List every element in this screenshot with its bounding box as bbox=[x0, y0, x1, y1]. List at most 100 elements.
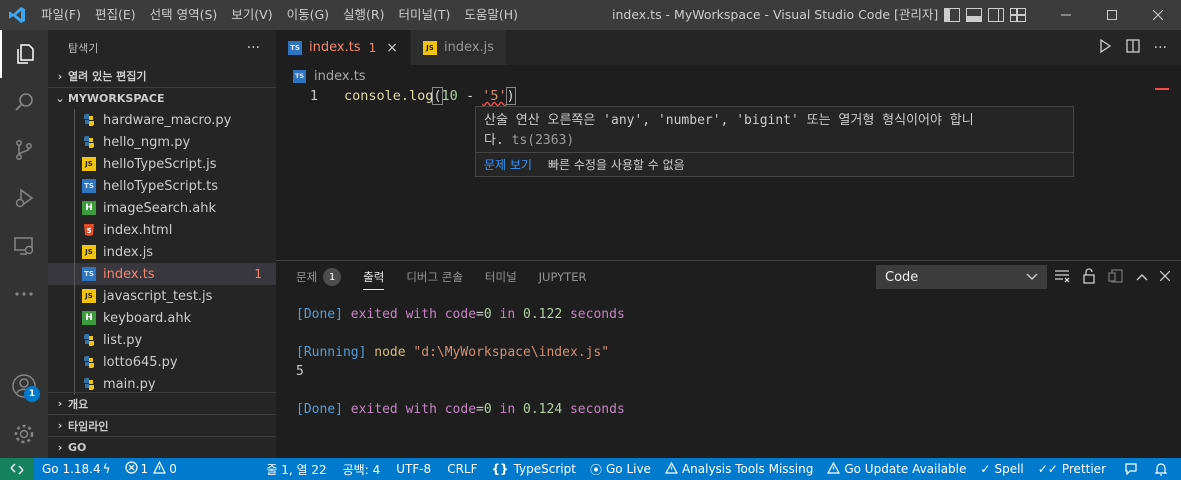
file-item[interactable]: JS index.js bbox=[48, 241, 276, 263]
menu-terminal[interactable]: 터미널(T) bbox=[392, 0, 458, 30]
notifications-bell-icon[interactable] bbox=[1149, 458, 1173, 480]
ahk-file-icon: H bbox=[82, 201, 96, 215]
workspace-section[interactable]: ⌄ MYWORKSPACE bbox=[48, 87, 276, 109]
remote-explorer-icon[interactable] bbox=[0, 222, 48, 270]
tab-terminal[interactable]: 터미널 bbox=[485, 261, 517, 293]
breadcrumb-file[interactable]: index.ts bbox=[314, 69, 366, 84]
code-line-1[interactable]: 1 console.log(10 - '5') bbox=[276, 87, 1156, 106]
close-tab-icon[interactable]: × bbox=[386, 40, 398, 56]
file-item[interactable]: Hkeyboard.ahk bbox=[48, 307, 276, 329]
prettier-label: Prettier bbox=[1061, 462, 1106, 476]
breadcrumb[interactable]: TS index.ts bbox=[276, 65, 1181, 87]
chevron-right-icon: › bbox=[57, 419, 63, 432]
close-button[interactable] bbox=[1135, 0, 1181, 30]
go-live-item[interactable]: ⦿ Go Live bbox=[585, 458, 656, 480]
indent-guide bbox=[74, 153, 75, 175]
run-code-icon[interactable] bbox=[1098, 38, 1112, 57]
more-actions-icon[interactable]: ··· bbox=[247, 40, 260, 56]
prettier-item[interactable]: ✓✓ Prettier bbox=[1033, 458, 1111, 480]
menu-help[interactable]: 도움말(H) bbox=[457, 0, 525, 30]
lock-scroll-icon[interactable] bbox=[1082, 267, 1096, 287]
tab-index-ts[interactable]: TS index.ts 1 × bbox=[276, 30, 411, 65]
file-item[interactable]: lotto645.py bbox=[48, 351, 276, 373]
view-problem-link[interactable]: 문제 보기 bbox=[484, 156, 532, 173]
output-text: code bbox=[436, 307, 477, 322]
py-file-icon bbox=[82, 113, 96, 127]
go-section[interactable]: › GO bbox=[48, 436, 276, 458]
file-item[interactable]: hello_ngm.py bbox=[48, 131, 276, 153]
analysis-tools-item[interactable]: Analysis Tools Missing bbox=[660, 458, 818, 480]
maximize-panel-icon[interactable] bbox=[1136, 270, 1148, 284]
problems-status-item[interactable]: 1 0 bbox=[120, 458, 182, 480]
settings-gear-icon[interactable] bbox=[0, 410, 48, 458]
go-version-item[interactable]: Go 1.18.4 ϟ bbox=[37, 458, 116, 480]
file-item[interactable]: JS javascript_test.js bbox=[48, 285, 276, 307]
file-item[interactable]: 5 index.html bbox=[48, 219, 276, 241]
file-item[interactable]: list.py bbox=[48, 329, 276, 351]
output-console[interactable]: [Done] exited with code=0 in 0.122 secon… bbox=[296, 305, 625, 419]
open-output-editor-icon[interactable] bbox=[1108, 268, 1124, 287]
file-item[interactable]: TS helloTypeScript.ts bbox=[48, 175, 276, 197]
end-of-line[interactable]: CRLF bbox=[442, 458, 482, 480]
language-mode[interactable]: {} TypeScript bbox=[487, 458, 581, 480]
menu-go[interactable]: 이동(G) bbox=[280, 0, 336, 30]
code-string-error: '5' bbox=[482, 88, 507, 104]
toggle-sidebar-icon[interactable] bbox=[944, 8, 960, 22]
output-line: 5 bbox=[296, 364, 304, 379]
clear-output-icon[interactable] bbox=[1054, 269, 1070, 286]
tab-debug-console[interactable]: 디버그 콘솔 bbox=[406, 261, 463, 293]
timeline-section[interactable]: › 타임라인 bbox=[48, 414, 276, 436]
indentation[interactable]: 공백: 4 bbox=[338, 458, 386, 480]
typescript-file-icon: TS bbox=[288, 40, 302, 55]
spell-item[interactable]: ✓ Spell bbox=[975, 458, 1028, 480]
cursor-position[interactable]: 줄 1, 열 22 bbox=[261, 458, 331, 480]
hover-message: 산술 연산 오른쪽은 'any', 'number', 'bigint' 또는 … bbox=[476, 107, 1073, 151]
file-name: imageSearch.ahk bbox=[103, 200, 217, 216]
output-blank-line bbox=[296, 381, 625, 400]
outline-section[interactable]: › 개요 bbox=[48, 392, 276, 414]
hover-error-code: ts(2363) bbox=[511, 133, 575, 148]
tab-label: index.js bbox=[443, 40, 495, 55]
menu-file[interactable]: 파일(F) bbox=[34, 0, 88, 30]
go-update-item[interactable]: Go Update Available bbox=[822, 458, 971, 480]
encoding[interactable]: UTF-8 bbox=[391, 458, 436, 480]
open-editors-section[interactable]: › 열려 있는 편집기 bbox=[48, 65, 276, 87]
toggle-panel-icon[interactable] bbox=[966, 8, 982, 22]
more-actions-icon[interactable]: ··· bbox=[1154, 40, 1167, 56]
editor-tabs: TS index.ts 1 × JS index.js ··· bbox=[276, 30, 1181, 65]
split-editor-icon[interactable] bbox=[1125, 38, 1140, 57]
ts-file-icon: TS bbox=[82, 267, 96, 281]
explorer-icon[interactable] bbox=[0, 30, 48, 78]
customize-layout-icon[interactable] bbox=[1010, 8, 1026, 22]
run-debug-icon[interactable] bbox=[0, 174, 48, 222]
menu-view[interactable]: 보기(V) bbox=[224, 0, 279, 30]
tab-index-js[interactable]: JS index.js bbox=[410, 30, 508, 65]
feedback-icon[interactable] bbox=[1119, 458, 1143, 480]
accounts-icon[interactable]: 1 bbox=[0, 362, 48, 410]
tab-jupyter[interactable]: JUPYTER bbox=[539, 261, 587, 293]
remote-indicator[interactable] bbox=[0, 458, 34, 480]
toggle-secondary-sidebar-icon[interactable] bbox=[988, 8, 1004, 22]
close-panel-icon[interactable] bbox=[1159, 270, 1171, 284]
file-item[interactable]: TS index.ts 1 bbox=[48, 263, 276, 285]
file-item[interactable]: hardware_macro.py bbox=[48, 109, 276, 131]
panel-actions bbox=[1054, 261, 1171, 293]
tab-output[interactable]: 출력 bbox=[363, 261, 385, 293]
indent-guide bbox=[74, 351, 75, 373]
maximize-button[interactable] bbox=[1089, 0, 1135, 30]
file-item[interactable]: HimageSearch.ahk bbox=[48, 197, 276, 219]
output-text: in bbox=[491, 402, 524, 417]
source-control-icon[interactable] bbox=[0, 126, 48, 174]
code-text[interactable]: console.log(10 - '5') bbox=[344, 87, 516, 106]
tab-problems[interactable]: 문제 1 bbox=[296, 261, 342, 293]
menu-selection[interactable]: 선택 영역(S) bbox=[143, 0, 225, 30]
output-channel-select[interactable]: Code bbox=[876, 265, 1047, 289]
menu-run[interactable]: 실행(R) bbox=[336, 0, 391, 30]
editor-actions: ··· bbox=[1098, 30, 1181, 65]
more-views-icon[interactable] bbox=[0, 270, 48, 318]
menu-edit[interactable]: 편집(E) bbox=[88, 0, 143, 30]
search-icon[interactable] bbox=[0, 78, 48, 126]
chevron-down-icon: ⌄ bbox=[55, 92, 65, 105]
file-item[interactable]: JS helloTypeScript.js bbox=[48, 153, 276, 175]
minimize-button[interactable] bbox=[1043, 0, 1089, 30]
